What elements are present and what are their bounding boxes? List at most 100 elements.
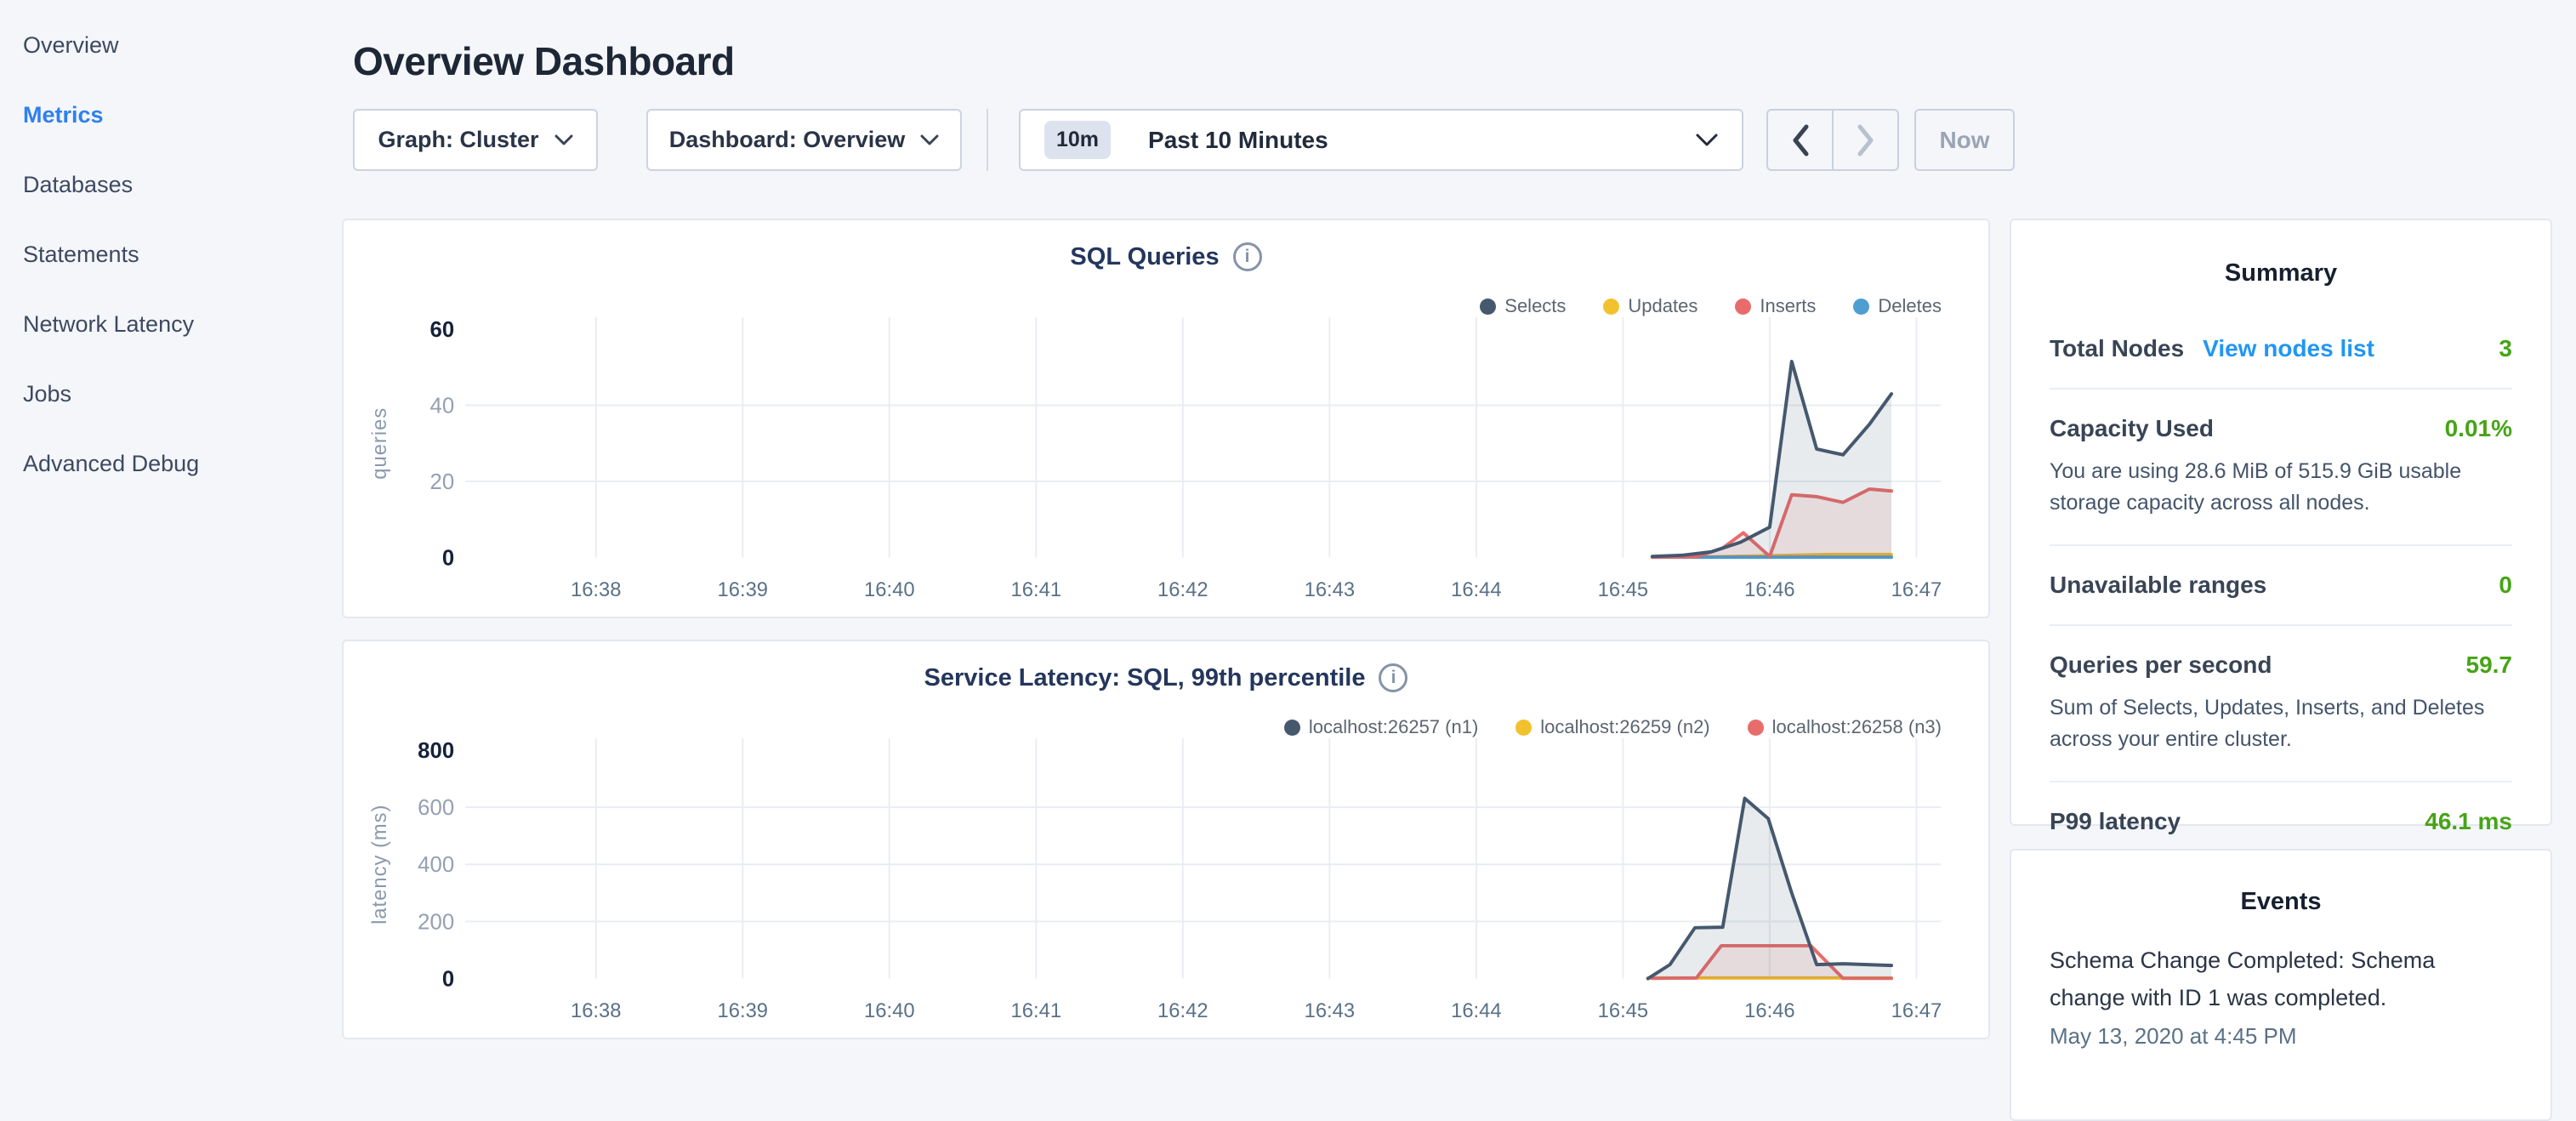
sidebar-item-overview[interactable]: Overview (0, 10, 340, 80)
svg-text:16:41: 16:41 (1011, 999, 1062, 1022)
chevron-down-icon (554, 134, 573, 146)
legend-item: Selects (1480, 295, 1566, 317)
sidebar-item-metrics[interactable]: Metrics (0, 80, 340, 150)
time-range-label: Past 10 Minutes (1148, 127, 1680, 154)
time-step-buttons (1766, 109, 1899, 171)
svg-text:16:41: 16:41 (1011, 578, 1062, 601)
legend-dot (1748, 720, 1764, 736)
legend-dot (1480, 299, 1496, 315)
legend-item: localhost:26258 (n3) (1748, 716, 1942, 738)
chart-legend: SelectsUpdatesInsertsDeletes (1480, 295, 1942, 317)
chart-title-row: SQL Queries i (344, 242, 1988, 271)
summary-value: 0 (2499, 572, 2512, 599)
summary-row-p99-latency: P99 latency 46.1 ms (2050, 808, 2512, 835)
time-step-back-button[interactable] (1768, 111, 1834, 169)
svg-text:60: 60 (430, 318, 455, 342)
dashboard-dropdown-label: Dashboard: Overview (669, 127, 906, 153)
info-icon[interactable]: i (1379, 663, 1407, 692)
summary-label: Unavailable ranges (2050, 572, 2266, 599)
svg-text:16:40: 16:40 (864, 578, 915, 601)
svg-text:40: 40 (430, 394, 455, 418)
page-title: Overview Dashboard (353, 38, 735, 84)
sidebar-item-network-latency[interactable]: Network Latency (0, 289, 340, 359)
svg-text:16:44: 16:44 (1451, 999, 1502, 1022)
svg-text:queries: queries (368, 407, 391, 480)
svg-text:16:38: 16:38 (571, 999, 622, 1022)
legend-item: localhost:26257 (n1) (1284, 716, 1478, 738)
summary-value: 3 (2499, 335, 2512, 362)
svg-text:400: 400 (418, 853, 454, 877)
svg-text:16:45: 16:45 (1598, 999, 1649, 1022)
svg-text:16:46: 16:46 (1744, 999, 1795, 1022)
chevron-down-icon (1696, 134, 1718, 147)
legend-item: Inserts (1735, 295, 1816, 317)
graph-scope-dropdown[interactable]: Graph: Cluster (353, 109, 598, 171)
chevron-down-icon (920, 134, 939, 146)
summary-heading: Summary (2050, 259, 2512, 287)
svg-text:600: 600 (418, 796, 454, 820)
info-icon[interactable]: i (1233, 242, 1262, 271)
summary-value: 59.7 (2466, 652, 2513, 679)
sidebar-item-databases[interactable]: Databases (0, 150, 340, 219)
sidebar-item-jobs[interactable]: Jobs (0, 359, 340, 429)
legend-dot (1853, 299, 1869, 315)
svg-text:16:43: 16:43 (1305, 578, 1356, 601)
summary-row-capacity-used: Capacity Used 0.01% (2050, 415, 2512, 442)
svg-text:16:44: 16:44 (1451, 578, 1502, 601)
summary-label: Queries per second (2050, 652, 2272, 679)
summary-row-total-nodes: Total Nodes View nodes list 3 (2050, 335, 2512, 362)
svg-text:16:46: 16:46 (1744, 578, 1795, 601)
sidebar-item-statements[interactable]: Statements (0, 219, 340, 289)
summary-row-queries-per-second: Queries per second 59.7 (2050, 652, 2512, 679)
svg-text:0: 0 (442, 547, 454, 571)
sidebar-item-advanced-debug[interactable]: Advanced Debug (0, 429, 340, 498)
svg-text:16:43: 16:43 (1305, 999, 1356, 1022)
svg-text:800: 800 (418, 739, 454, 763)
legend-dot (1515, 720, 1532, 736)
time-step-forward-button[interactable] (1834, 111, 1897, 169)
view-nodes-list-link[interactable]: View nodes list (2203, 335, 2374, 362)
summary-row-unavailable-ranges: Unavailable ranges 0 (2050, 572, 2512, 599)
svg-text:16:39: 16:39 (718, 999, 769, 1022)
summary-label: P99 latency (2050, 808, 2181, 835)
svg-text:16:39: 16:39 (718, 578, 769, 601)
summary-panel: Summary Total Nodes View nodes list 3 Ca… (2010, 219, 2552, 826)
chevron-right-icon (1855, 122, 1877, 158)
sql-queries-chart[interactable]: 16:38 16:39 16:40 16:41 16:42 16:43 16:44 16:45… (344, 220, 1988, 617)
summary-label: Capacity Used (2050, 415, 2214, 442)
sidebar: Overview Metrics Databases Statements Ne… (0, 0, 340, 498)
divider (2050, 544, 2512, 546)
summary-subtext: Sum of Selects, Updates, Inserts, and De… (2050, 692, 2512, 755)
now-button[interactable]: Now (1914, 109, 2015, 171)
svg-text:16:42: 16:42 (1157, 999, 1208, 1022)
dashboard-dropdown[interactable]: Dashboard: Overview (646, 109, 962, 171)
chevron-left-icon (1789, 122, 1811, 158)
chart-title: Service Latency: SQL, 99th percentile (924, 664, 1366, 692)
legend-dot (1735, 299, 1751, 315)
time-range-badge: 10m (1044, 121, 1111, 159)
svg-text:16:40: 16:40 (864, 999, 915, 1022)
legend-item: Deletes (1853, 295, 1942, 317)
toolbar-divider (987, 109, 988, 171)
sql-queries-chart-card: SQL Queries i SelectsUpdatesInsertsDelet… (342, 219, 1990, 618)
event-text: Schema Change Completed: Schema change w… (2050, 942, 2512, 1016)
chart-title: SQL Queries (1070, 243, 1219, 271)
chart-legend: localhost:26257 (n1) localhost:26259 (n2)… (1284, 716, 1942, 738)
svg-text:16:38: 16:38 (571, 578, 622, 601)
divider (2050, 781, 2512, 782)
summary-label: Total Nodes (2050, 335, 2184, 362)
divider (2050, 388, 2512, 390)
summary-value: 46.1 ms (2425, 808, 2512, 835)
svg-text:200: 200 (418, 910, 454, 934)
events-panel: Events Schema Change Completed: Schema c… (2010, 849, 2552, 1121)
time-range-selector[interactable]: 10m Past 10 Minutes (1019, 109, 1743, 171)
svg-text:latency (ms): latency (ms) (368, 805, 391, 925)
legend-item: localhost:26259 (n2) (1515, 716, 1709, 738)
event-timestamp: May 13, 2020 at 4:45 PM (2050, 1023, 2512, 1050)
svg-text:16:42: 16:42 (1157, 578, 1208, 601)
event-item: Schema Change Completed: Schema change w… (2050, 942, 2512, 1050)
service-latency-chart[interactable]: 16:38 16:39 16:40 16:41 16:42 16:43 16:44 16:45… (344, 641, 1988, 1038)
legend-dot (1284, 720, 1300, 736)
svg-text:16:45: 16:45 (1598, 578, 1649, 601)
chart-title-row: Service Latency: SQL, 99th percentile i (344, 663, 1988, 692)
